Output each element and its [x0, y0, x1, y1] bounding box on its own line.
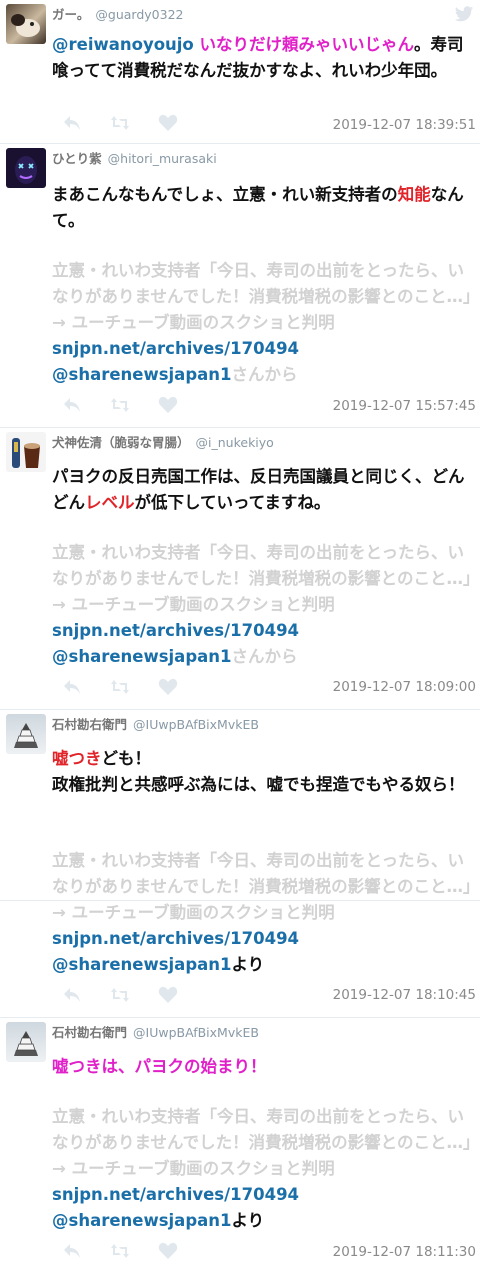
reply-icon[interactable] [62, 114, 82, 132]
tweet-card: 犬神佐清（脆弱な胃腸） @i_nukekiyo パヨクの反日売国工作は、反日売国議… [0, 428, 480, 710]
reply-icon[interactable] [62, 678, 82, 696]
retweet-icon[interactable] [110, 396, 130, 414]
tweet-actions [62, 114, 178, 132]
tweet-text: まあこんなもんでしょ、立憲・れい新支持者の知能なんて。 [52, 182, 472, 234]
body-text: が低下していってますね。 [134, 493, 331, 512]
tweet-card: ガー。 @guardy0322 @reiwanoyoujo いなりだけ頼みゃいいじ… [0, 0, 480, 144]
highlight-text: レベル [85, 493, 135, 512]
tweet-header: ひとり紫 @hitori_murasaki [52, 148, 217, 167]
highlight-text: いなりだけ頼みゃいいじゃん [199, 35, 415, 54]
display-name[interactable]: 石村勘右衛門 [52, 1025, 127, 1040]
display-name[interactable]: ひとり紫 [52, 151, 102, 166]
tweet-header: 石村勘右衛門 @IUwpBAfBixMvkEB [52, 714, 259, 733]
tweet-actions [62, 396, 178, 414]
user-handle[interactable]: @i_nukekiyo [196, 435, 274, 450]
quoted-source: snjpn.net/archives/170494 @sharenewsjapa… [52, 336, 472, 388]
source-handle-link[interactable]: @sharenewsjapan1 [52, 955, 232, 974]
like-icon[interactable] [158, 986, 178, 1004]
source-tail: さんから [231, 647, 298, 666]
like-icon[interactable] [158, 114, 178, 132]
avatar[interactable] [6, 1022, 46, 1062]
reply-icon[interactable] [62, 396, 82, 414]
user-handle[interactable]: @hitori_murasaki [108, 151, 217, 166]
retweet-icon[interactable] [110, 986, 130, 1004]
quoted-source: snjpn.net/archives/170494 @sharenewsjapa… [52, 926, 472, 978]
tweet-card: ひとり紫 @hitori_murasaki まあこんなもんでしょ、立憲・れい新支持… [0, 144, 480, 428]
avatar[interactable] [6, 714, 46, 754]
tweet-text: パヨクの反日売国工作は、反日売国議員と同じく、どんどんレベルが低下していってます… [52, 464, 472, 516]
tweet-actions [62, 986, 178, 1004]
user-handle[interactable]: @IUwpBAfBixMvkEB [133, 717, 259, 732]
highlight-text: 嘘つきは、パヨクの始まり！ [52, 1057, 267, 1076]
avatar[interactable] [6, 432, 46, 472]
like-icon[interactable] [158, 678, 178, 696]
reply-icon[interactable] [62, 986, 82, 1004]
source-tail: より [231, 1211, 265, 1230]
timestamp[interactable]: 2019-12-07 18:39:51 [333, 117, 476, 133]
quoted-source: snjpn.net/archives/170494 @sharenewsjapa… [52, 618, 472, 670]
avatar[interactable] [6, 148, 46, 188]
retweet-icon[interactable] [110, 1242, 130, 1260]
quoted-text: 立憲・れいわ支持者「今日、寿司の出前をとったら、いなりがありませんでした！消費税… [52, 1107, 472, 1178]
quoted-source: snjpn.net/archives/170494 @sharenewsjapa… [52, 1182, 472, 1234]
like-icon[interactable] [158, 396, 178, 414]
display-name[interactable]: 犬神佐清（脆弱な胃腸） [52, 435, 190, 450]
retweet-icon[interactable] [110, 678, 130, 696]
user-handle[interactable]: @guardy0322 [95, 7, 183, 22]
tweet-header: 犬神佐清（脆弱な胃腸） @i_nukekiyo [52, 432, 274, 451]
article-link[interactable]: snjpn.net/archives/170494 [52, 929, 299, 948]
source-handle-link[interactable]: @sharenewsjapan1 [52, 647, 232, 666]
source-tail: さんから [231, 365, 298, 384]
retweet-icon[interactable] [110, 114, 130, 132]
highlight-text: 知能 [397, 185, 431, 204]
tweet-actions [62, 678, 178, 696]
timestamp[interactable]: 2019-12-07 15:57:45 [333, 398, 476, 414]
source-handle-link[interactable]: @sharenewsjapan1 [52, 365, 232, 384]
divider [0, 900, 480, 901]
user-handle[interactable]: @IUwpBAfBixMvkEB [133, 1025, 259, 1040]
display-name[interactable]: ガー。 [52, 7, 89, 22]
tweet-text: 嘘つきども！ 政権批判と共感呼ぶ為には、嘘でも捏造でもやる奴ら！ [52, 746, 472, 798]
article-link[interactable]: snjpn.net/archives/170494 [52, 621, 299, 640]
source-tail: より [231, 955, 265, 974]
timestamp[interactable]: 2019-12-07 18:11:30 [333, 1244, 476, 1260]
quoted-text: 立憲・れいわ支持者「今日、寿司の出前をとったら、いなりがありませんでした！消費税… [52, 543, 472, 614]
tweet-actions [62, 1242, 178, 1260]
tweet-header: 石村勘右衛門 @IUwpBAfBixMvkEB [52, 1022, 259, 1041]
article-link[interactable]: snjpn.net/archives/170494 [52, 339, 299, 358]
quoted-text: 立憲・れいわ支持者「今日、寿司の出前をとったら、いなりがありませんでした！消費税… [52, 851, 472, 922]
reply-icon[interactable] [62, 1242, 82, 1260]
avatar[interactable] [6, 4, 46, 44]
display-name[interactable]: 石村勘右衛門 [52, 717, 127, 732]
timestamp[interactable]: 2019-12-07 18:10:45 [333, 987, 476, 1003]
body-text: 政権批判と共感呼ぶ為には、嘘でも捏造でもやる奴ら！ [52, 775, 465, 794]
highlight-text: 嘘つき [52, 749, 102, 768]
timestamp[interactable]: 2019-12-07 18:09:00 [333, 679, 476, 695]
tweet-text: @reiwanoyoujo いなりだけ頼みゃいいじゃん。寿司喰ってて消費税だなん… [52, 32, 472, 84]
tweet-header: ガー。 @guardy0322 [52, 4, 183, 23]
tweet-text: 嘘つきは、パヨクの始まり！ [52, 1054, 472, 1080]
article-link[interactable]: snjpn.net/archives/170494 [52, 1185, 299, 1204]
twitter-bird-icon[interactable] [454, 4, 474, 24]
tweet-card: 石村勘右衛門 @IUwpBAfBixMvkEB 嘘つきども！ 政権批判と共感呼ぶ為… [0, 710, 480, 1018]
body-text: まあこんなもんでしょ、立憲・れい新支持者の [52, 185, 398, 204]
body-text: ども！ [101, 749, 152, 768]
like-icon[interactable] [158, 1242, 178, 1260]
source-handle-link[interactable]: @sharenewsjapan1 [52, 1211, 232, 1230]
mention-link[interactable]: @reiwanoyoujo [52, 35, 194, 54]
quoted-text: 立憲・れいわ支持者「今日、寿司の出前をとったら、いなりがありませんでした！消費税… [52, 261, 472, 332]
tweet-card: 石村勘右衛門 @IUwpBAfBixMvkEB 嘘つきは、パヨクの始まり！ 立憲・… [0, 1018, 480, 1288]
